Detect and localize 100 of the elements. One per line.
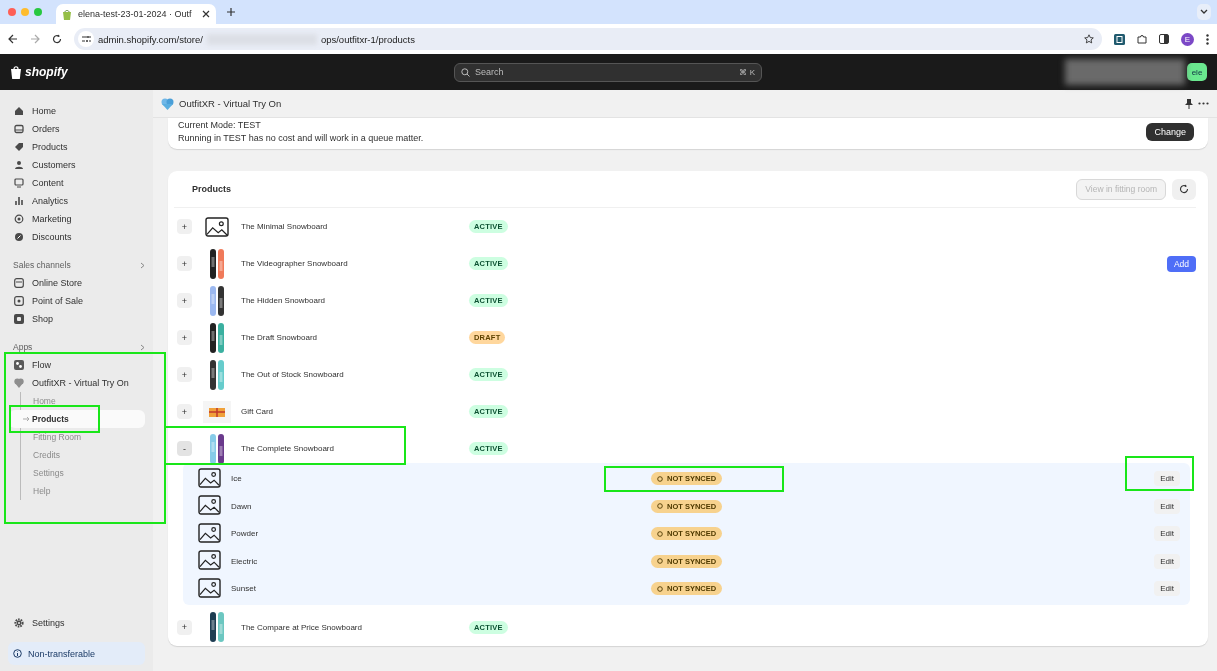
image-icon — [198, 550, 221, 571]
nav-item[interactable]: Marketing — [8, 210, 145, 228]
variant-name: Ice — [231, 474, 243, 484]
target-icon — [14, 214, 24, 224]
flow-app-icon — [14, 360, 24, 370]
side-panel-icon[interactable] — [1159, 34, 1169, 44]
image-icon — [198, 522, 221, 543]
plus-icon[interactable] — [226, 7, 236, 17]
image-icon — [198, 467, 221, 488]
circle-icon — [657, 558, 663, 565]
more-icon[interactable] — [1198, 102, 1209, 105]
nav-subitem[interactable]: Products — [9, 410, 145, 428]
monitor-icon — [14, 178, 24, 188]
puzzle-icon[interactable] — [1137, 34, 1147, 44]
edit-button[interactable]: Edit — [1154, 526, 1180, 542]
arrow-right-icon — [23, 416, 30, 422]
variant-name: Electric — [231, 556, 259, 566]
chevron-right-icon[interactable] — [140, 261, 145, 269]
home-icon — [14, 106, 24, 116]
edit-button[interactable]: Edit — [1154, 471, 1180, 487]
description-text: Running in TEST has no cost and will work in a queue matter. — [178, 132, 425, 145]
gear-icon — [14, 618, 24, 628]
nav-item[interactable]: Content — [8, 174, 145, 192]
heart-icon — [14, 378, 24, 388]
chevron-right-icon[interactable] — [140, 343, 145, 351]
product-name: The Compare at Price Snowboard — [241, 622, 363, 632]
more-icon[interactable] — [1206, 33, 1209, 45]
circle-icon — [657, 530, 663, 537]
url-text: ops/outfitxr-1/products — [320, 33, 415, 45]
notice-text: Non-transferable — [28, 648, 96, 659]
logo-text: shopify — [25, 65, 68, 79]
section-heading: Sales channels — [13, 260, 71, 270]
star-icon[interactable] — [1084, 34, 1094, 44]
nav-item[interactable]: Online Store — [8, 274, 145, 292]
app-title: OutfitXR - Virtual Try On — [179, 98, 282, 109]
product-name: The Complete Snowboard — [241, 444, 335, 453]
reload-icon[interactable] — [52, 34, 62, 44]
variant-name: Dawn — [231, 501, 253, 511]
site-info-icon[interactable] — [81, 35, 91, 43]
nav-item[interactable]: Settings — [8, 614, 145, 632]
nav-item[interactable]: Shop — [8, 310, 145, 328]
store-avatar[interactable]: ele — [1187, 63, 1207, 81]
tab-title: elena-test-23-01-2024 · Outf — [78, 9, 193, 19]
product-name: The Hidden Snowboard — [241, 296, 327, 305]
nav-item[interactable]: Discounts — [8, 228, 145, 246]
profile-avatar[interactable]: E — [1181, 32, 1194, 46]
nav-item[interactable]: OutfitXR - Virtual Try On — [8, 374, 145, 392]
refresh-icon — [1179, 184, 1189, 194]
edit-button[interactable]: Edit — [1154, 581, 1180, 597]
expand-button[interactable]: + — [177, 367, 192, 382]
url-text: admin.shopify.com/store/ — [98, 33, 203, 45]
nav-item[interactable]: Home — [8, 102, 145, 120]
inbox-icon — [14, 124, 24, 134]
browser-tab[interactable]: elena-test-23-01-2024 · Outf — [56, 4, 216, 24]
product-name: The Videographer Snowboard — [241, 259, 349, 268]
back-icon[interactable] — [8, 34, 18, 44]
add-button[interactable]: Add — [1166, 255, 1196, 272]
expand-button[interactable]: + — [177, 256, 192, 271]
product-name: The Draft Snowboard — [241, 333, 319, 342]
card-title: Products — [192, 184, 232, 194]
pin-icon[interactable] — [1185, 98, 1193, 109]
expand-button[interactable]: + — [177, 293, 192, 308]
image-icon — [198, 495, 221, 516]
product-name: The Out of Stock Snowboard — [241, 370, 345, 379]
nav-item[interactable]: Analytics — [8, 192, 145, 210]
tag-icon — [14, 142, 24, 152]
nav-item[interactable]: Orders — [8, 120, 145, 138]
shortcut-hint: ⌘ K — [739, 67, 755, 77]
image-icon — [205, 216, 229, 237]
circle-icon — [657, 475, 663, 482]
nav-item[interactable]: Point of Sale — [8, 292, 145, 310]
close-icon[interactable] — [202, 10, 210, 18]
expand-button[interactable]: - — [177, 441, 192, 456]
extension-icon[interactable] — [1114, 33, 1125, 45]
circle-icon — [657, 503, 663, 510]
nav-item[interactable]: Flow — [8, 356, 145, 374]
discount-icon — [14, 232, 24, 242]
edit-button[interactable]: Edit — [1154, 553, 1180, 569]
mode-text: Current Mode: TEST — [178, 119, 262, 132]
variant-name: Sunset — [231, 584, 257, 594]
info-icon — [13, 649, 22, 658]
expand-button[interactable]: + — [177, 330, 192, 345]
change-button[interactable]: Change — [1146, 123, 1194, 141]
address-bar[interactable]: admin.shopify.com/store/ ops/outfitxr-1/products — [74, 28, 1102, 50]
variant-name: Powder — [231, 529, 260, 539]
product-name: Gift Card — [241, 407, 274, 416]
app-logo-icon — [161, 97, 174, 110]
image-icon — [198, 577, 221, 598]
expand-button[interactable]: + — [177, 219, 192, 234]
edit-button[interactable]: Edit — [1154, 498, 1180, 514]
circle-icon — [657, 585, 663, 592]
refresh-button[interactable] — [1172, 178, 1196, 200]
expand-button[interactable]: + — [177, 619, 192, 635]
section-heading: Apps — [13, 342, 33, 352]
nav-item[interactable]: Customers — [8, 156, 145, 174]
bar-chart-icon — [14, 196, 24, 206]
chevron-down-icon[interactable] — [1200, 9, 1208, 15]
nav-item[interactable]: Products — [8, 138, 145, 156]
expand-button[interactable]: + — [177, 404, 192, 419]
search-icon — [461, 67, 470, 77]
